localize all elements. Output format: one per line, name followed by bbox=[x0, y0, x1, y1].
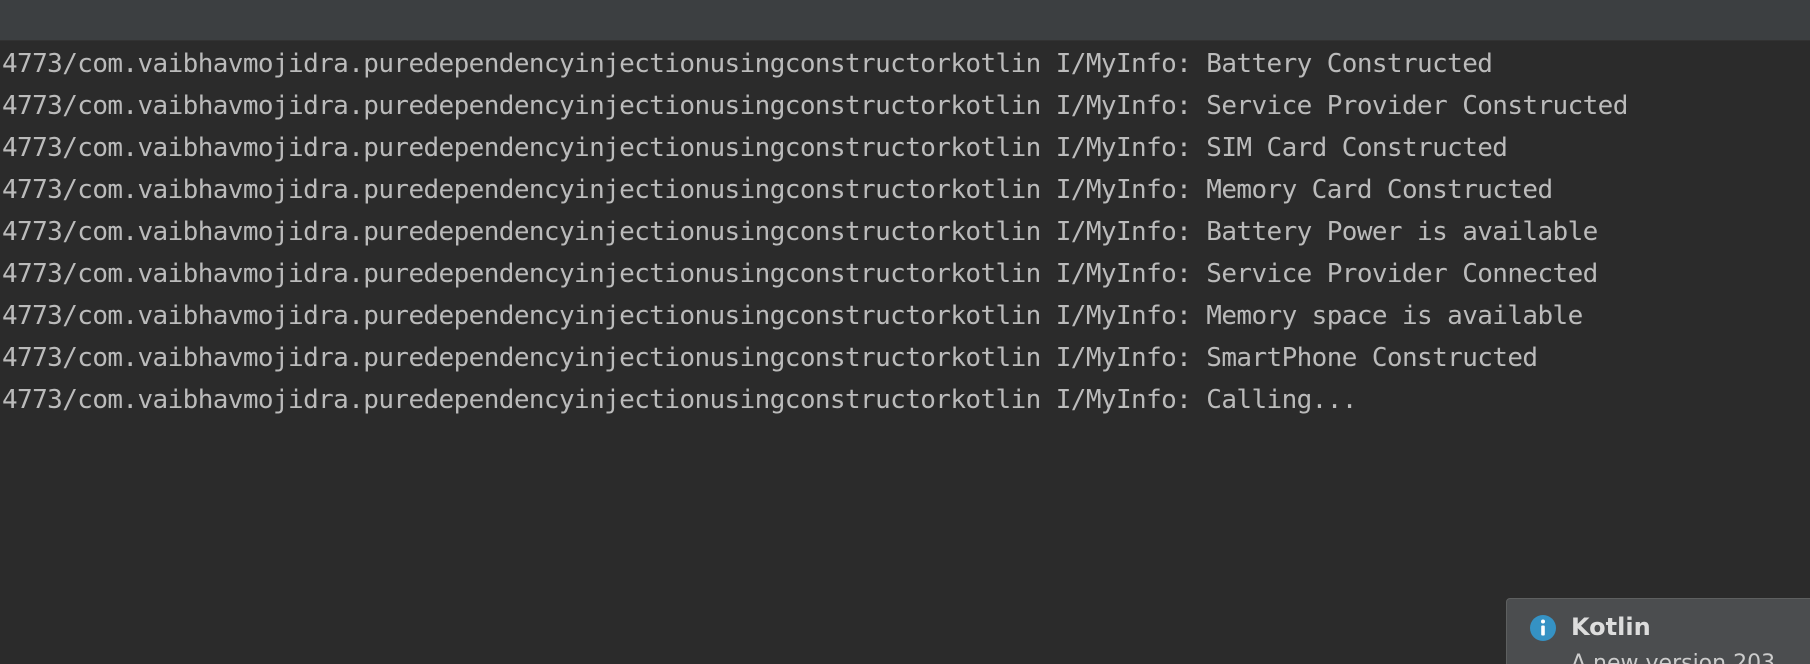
log-source: 4773/com.vaibhavmojidra.puredependencyin… bbox=[2, 175, 1041, 205]
log-line: 4773/com.vaibhavmojidra.puredependencyin… bbox=[2, 211, 1598, 253]
log-source: 4773/com.vaibhavmojidra.puredependencyin… bbox=[2, 217, 1041, 247]
log-tag: I/MyInfo: bbox=[1055, 49, 1192, 79]
log-line: 4773/com.vaibhavmojidra.puredependencyin… bbox=[2, 169, 1553, 211]
logcat-window: 4773/com.vaibhavmojidra.puredependencyin… bbox=[0, 0, 1810, 664]
log-message: SIM Card Constructed bbox=[1206, 133, 1508, 163]
log-tag: I/MyInfo: bbox=[1055, 175, 1192, 205]
info-icon bbox=[1530, 615, 1556, 641]
kotlin-update-notification[interactable]: Kotlin A new version 203 bbox=[1506, 598, 1810, 664]
log-message: Service Provider Connected bbox=[1206, 259, 1598, 289]
log-tag: I/MyInfo: bbox=[1055, 343, 1192, 373]
log-message: Battery Constructed bbox=[1206, 49, 1493, 79]
log-source: 4773/com.vaibhavmojidra.puredependencyin… bbox=[2, 385, 1041, 415]
log-tag: I/MyInfo: bbox=[1055, 301, 1192, 331]
log-line: 4773/com.vaibhavmojidra.puredependencyin… bbox=[2, 127, 1508, 169]
log-source: 4773/com.vaibhavmojidra.puredependencyin… bbox=[2, 133, 1041, 163]
notification-title: Kotlin bbox=[1571, 613, 1651, 641]
log-message: Memory Card Constructed bbox=[1206, 175, 1553, 205]
notification-body: A new version 203 bbox=[1571, 651, 1776, 664]
log-line: 4773/com.vaibhavmojidra.puredependencyin… bbox=[2, 43, 1493, 85]
log-source: 4773/com.vaibhavmojidra.puredependencyin… bbox=[2, 259, 1041, 289]
log-message: Battery Power is available bbox=[1206, 217, 1598, 247]
logcat-output[interactable]: 4773/com.vaibhavmojidra.puredependencyin… bbox=[0, 41, 1810, 664]
log-tag: I/MyInfo: bbox=[1055, 217, 1192, 247]
logcat-toolbar bbox=[0, 0, 1810, 41]
log-message: Calling... bbox=[1206, 385, 1357, 415]
log-tag: I/MyInfo: bbox=[1055, 133, 1192, 163]
log-source: 4773/com.vaibhavmojidra.puredependencyin… bbox=[2, 301, 1041, 331]
log-message: Memory space is available bbox=[1206, 301, 1583, 331]
log-line: 4773/com.vaibhavmojidra.puredependencyin… bbox=[2, 253, 1598, 295]
log-tag: I/MyInfo: bbox=[1055, 91, 1192, 121]
log-line: 4773/com.vaibhavmojidra.puredependencyin… bbox=[2, 337, 1538, 379]
log-message: Service Provider Constructed bbox=[1206, 91, 1628, 121]
log-tag: I/MyInfo: bbox=[1055, 259, 1192, 289]
log-source: 4773/com.vaibhavmojidra.puredependencyin… bbox=[2, 49, 1041, 79]
log-message: SmartPhone Constructed bbox=[1206, 343, 1538, 373]
log-line: 4773/com.vaibhavmojidra.puredependencyin… bbox=[2, 85, 1628, 127]
log-tag: I/MyInfo: bbox=[1055, 385, 1192, 415]
log-line: 4773/com.vaibhavmojidra.puredependencyin… bbox=[2, 295, 1583, 337]
log-source: 4773/com.vaibhavmojidra.puredependencyin… bbox=[2, 91, 1041, 121]
log-source: 4773/com.vaibhavmojidra.puredependencyin… bbox=[2, 343, 1041, 373]
log-line: 4773/com.vaibhavmojidra.puredependencyin… bbox=[2, 379, 1357, 421]
